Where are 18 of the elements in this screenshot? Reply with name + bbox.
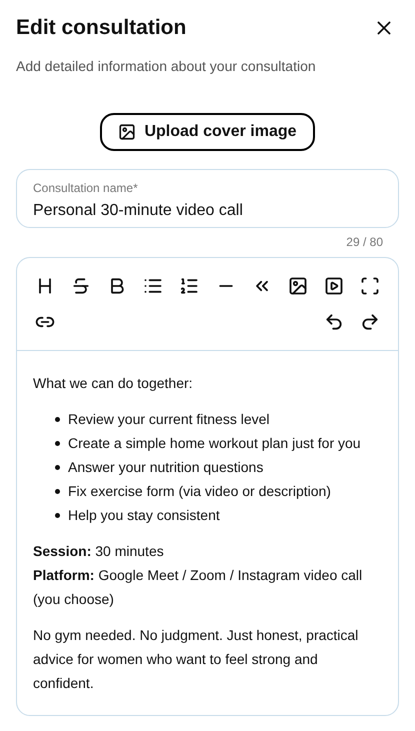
image-icon: [118, 122, 136, 140]
editor-paragraph: What we can do together:: [33, 374, 194, 393]
bullet-item: Fix exercise form (via video or description): [68, 482, 331, 501]
bullet-item: Help you stay consistent: [68, 506, 220, 525]
rich-text-editor[interactable]: [16, 256, 399, 716]
bullet-item: Review your current fitness level: [68, 410, 270, 429]
dialog-title: Edit consultation: [16, 15, 186, 41]
bullet-item: Answer your nutrition questions: [68, 458, 264, 477]
bullet-item: Create a simple home workout plan just for you: [68, 434, 361, 453]
field-label: Consultation name*: [33, 180, 139, 196]
consultation-name-field[interactable]: Consultation name* Personal 30-minute video call: [16, 168, 399, 228]
detail-line: Platform: Google Meet / Zoom / Instagram video call (you choose): [33, 566, 364, 609]
editor-paragraph: No gym needed. No judgment. Just honest, practical advice for women who want to feel strong and confident.: [33, 626, 360, 692]
character-counter: 29 / 80: [346, 234, 383, 250]
dialog-subtitle: Add detailed information about your consultation: [16, 56, 317, 76]
field-value: Personal 30-minute video call: [33, 200, 244, 220]
upload-cover-button[interactable]: Upload cover image: [100, 112, 315, 150]
detail-line: Session: 30 minutes: [33, 542, 165, 560]
